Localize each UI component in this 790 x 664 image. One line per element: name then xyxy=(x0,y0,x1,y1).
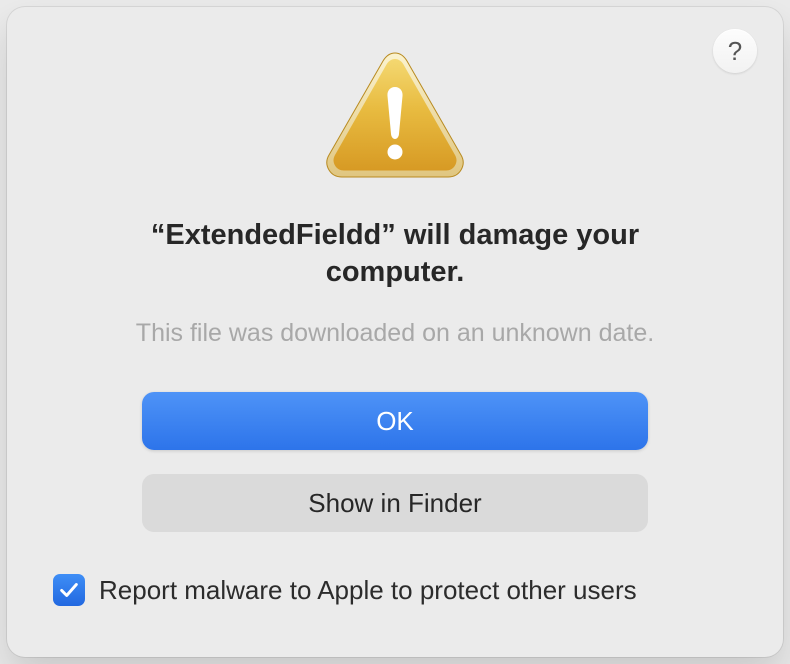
report-malware-row: Report malware to Apple to protect other… xyxy=(47,574,637,606)
warning-icon xyxy=(320,47,470,179)
help-icon: ? xyxy=(728,36,742,67)
dialog-subtext: This file was downloaded on an unknown d… xyxy=(136,319,654,348)
show-in-finder-button[interactable]: Show in Finder xyxy=(142,474,648,532)
app-name: ExtendedFieldd xyxy=(165,219,381,251)
ok-button[interactable]: OK xyxy=(142,392,648,450)
report-malware-label: Report malware to Apple to protect other… xyxy=(99,575,637,606)
gatekeeper-warning-dialog: ? “ExtendedFieldd” will damage your com xyxy=(7,7,783,657)
dialog-headline: “ExtendedFieldd” will damage your comput… xyxy=(115,217,675,291)
report-malware-checkbox[interactable] xyxy=(53,574,85,606)
ok-button-label: OK xyxy=(376,406,414,437)
show-in-finder-label: Show in Finder xyxy=(308,488,481,519)
checkmark-icon xyxy=(58,579,80,601)
headline-prefix: “ xyxy=(151,219,166,251)
help-button[interactable]: ? xyxy=(713,29,757,73)
